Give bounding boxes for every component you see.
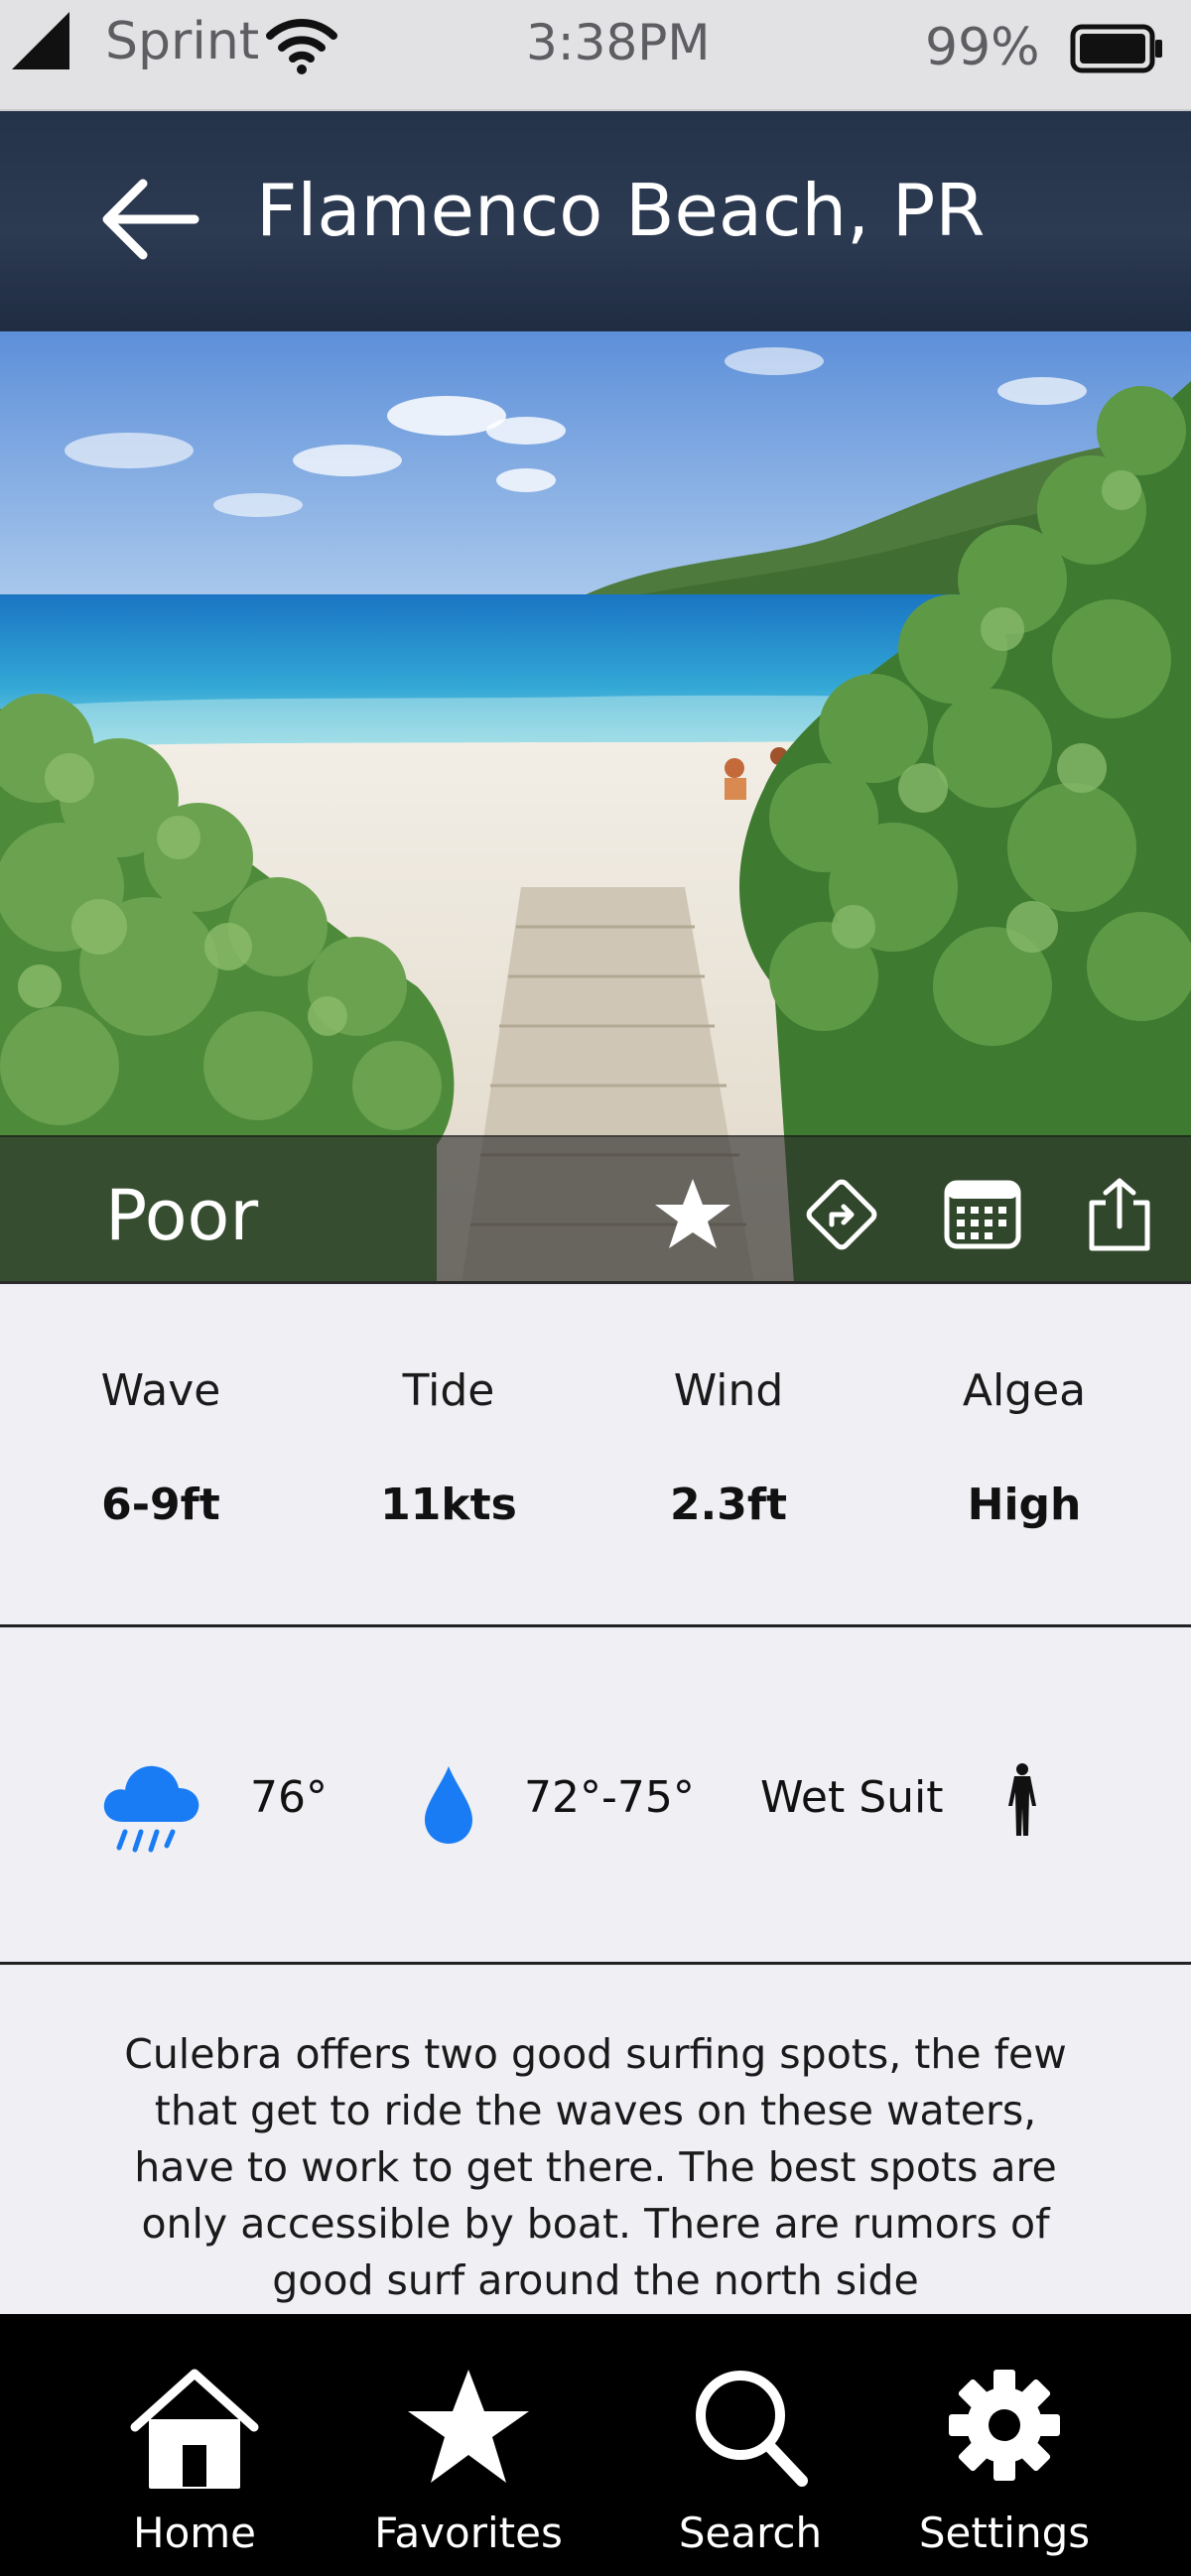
condition-label: Tide [402, 1365, 495, 1416]
condition-label: Wave [100, 1365, 221, 1416]
battery-percentage: 99% [925, 18, 1040, 77]
rating-bar: Poor [0, 1135, 1191, 1284]
search-icon [696, 2371, 808, 2487]
carrier-name: Sprint [105, 12, 260, 71]
page-title: Flamenco Beach, PR [256, 169, 986, 252]
nav-header: Flamenco Beach, PR [0, 111, 1191, 331]
condition-label: Algea [962, 1365, 1087, 1416]
condition-value: 6-9ft [101, 1480, 220, 1530]
beach-description: Culebra offers two good surfing spots, t… [0, 1967, 1191, 2314]
condition-value: High [967, 1480, 1082, 1530]
condition-value: 11kts [380, 1480, 517, 1530]
share-icon[interactable] [1078, 1177, 1161, 1252]
rain-cloud-icon [103, 1765, 199, 1853]
tab-home[interactable]: Home [75, 2314, 314, 2576]
star-icon[interactable] [651, 1177, 734, 1252]
battery-icon [1070, 24, 1162, 73]
arrow-left-icon[interactable] [95, 175, 204, 264]
home-icon [130, 2369, 259, 2489]
status-time: 3:38PM [526, 14, 711, 71]
water-drop-icon [425, 1766, 472, 1844]
directions-icon[interactable] [800, 1177, 883, 1252]
tab-label: Settings [918, 2509, 1091, 2557]
status-bar: Sprint 3:38PM 99% [0, 0, 1191, 111]
tab-bar: Home Favorites Search Settings [0, 2314, 1191, 2576]
condition-algea: Algea High [905, 1365, 1143, 1530]
tab-label: Favorites [374, 2509, 563, 2557]
calendar-icon[interactable] [941, 1177, 1024, 1252]
star-icon [408, 2370, 529, 2483]
gear-icon [949, 2370, 1060, 2481]
condition-wind: Wind 2.3ft [609, 1365, 848, 1530]
tab-label: Home [132, 2509, 257, 2557]
description-text: Culebra offers two good surfing spots, t… [124, 2030, 1067, 2304]
water-temperature: 72°-75° [524, 1772, 695, 1823]
surf-conditions: Wave 6-9ft Tide 11kts Wind 2.3ft Algea H… [0, 1286, 1191, 1627]
tab-favorites[interactable]: Favorites [349, 2314, 588, 2576]
condition-label: Wind [673, 1365, 784, 1416]
air-temperature: 76° [250, 1772, 328, 1823]
wetsuit-icon [1008, 1763, 1036, 1836]
wifi-icon [266, 19, 337, 74]
tab-search[interactable]: Search [631, 2314, 869, 2576]
condition-value: 2.3ft [669, 1480, 788, 1530]
suit-recommendation: Wet Suit [760, 1772, 944, 1823]
tab-label: Search [678, 2509, 823, 2557]
signal-icon [12, 12, 69, 69]
condition-wave: Wave 6-9ft [42, 1365, 280, 1530]
surf-rating: Poor [105, 1175, 259, 1256]
condition-tide: Tide 11kts [330, 1365, 568, 1530]
tab-settings[interactable]: Settings [885, 2314, 1124, 2576]
weather-panel: 76° 72°-75° Wet Suit [0, 1629, 1191, 1965]
